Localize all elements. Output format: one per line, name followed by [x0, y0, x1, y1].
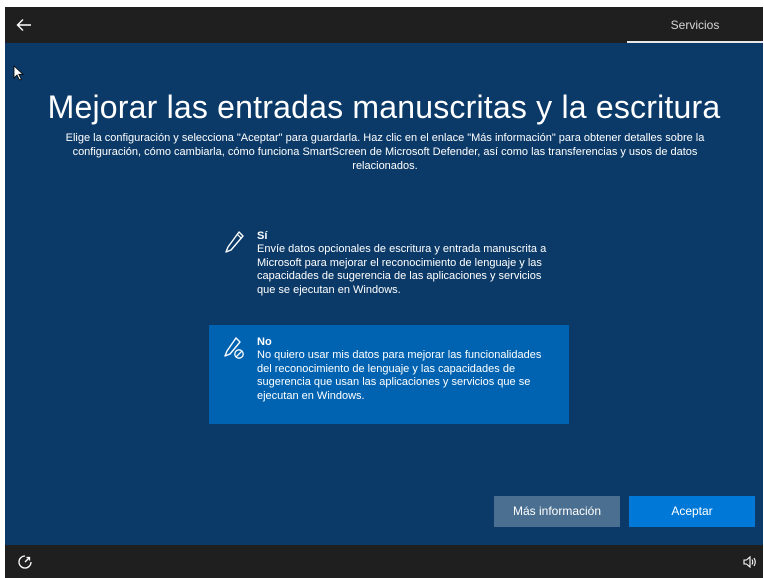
more-info-button[interactable]: Más información — [494, 496, 620, 527]
option-no-description: No quiero usar mis datos para mejorar la… — [257, 349, 542, 402]
option-yes[interactable]: Sí Envíe datos opcionales de escritura y… — [209, 219, 569, 315]
options-list: Sí Envíe datos opcionales de escritura y… — [209, 219, 569, 424]
page-title: Mejorar las entradas manuscritas y la es… — [47, 89, 721, 125]
tab-services[interactable]: Servicios — [627, 7, 763, 43]
option-no[interactable]: No No quiero usar mis datos para mejorar… — [209, 325, 569, 424]
option-yes-title: Sí — [257, 230, 268, 242]
option-yes-description: Envíe datos opcionales de escritura y en… — [257, 243, 547, 296]
accept-button[interactable]: Aceptar — [629, 496, 755, 527]
pen-icon — [225, 231, 244, 253]
oobe-window: Servicios Mejorar las entradas manuscrit… — [5, 7, 763, 578]
back-button[interactable] — [11, 13, 37, 37]
volume-icon[interactable] — [743, 555, 757, 569]
ease-of-access-icon[interactable] — [17, 554, 33, 570]
pen-blocked-icon — [224, 337, 244, 359]
page-subtitle: Elige la configuración y selecciona "Ace… — [65, 132, 705, 172]
bottom-bar — [5, 545, 763, 578]
top-bar: Servicios — [5, 7, 763, 43]
back-arrow-icon — [16, 19, 31, 31]
mouse-pointer-icon — [13, 65, 25, 81]
option-no-title: No — [257, 336, 272, 348]
